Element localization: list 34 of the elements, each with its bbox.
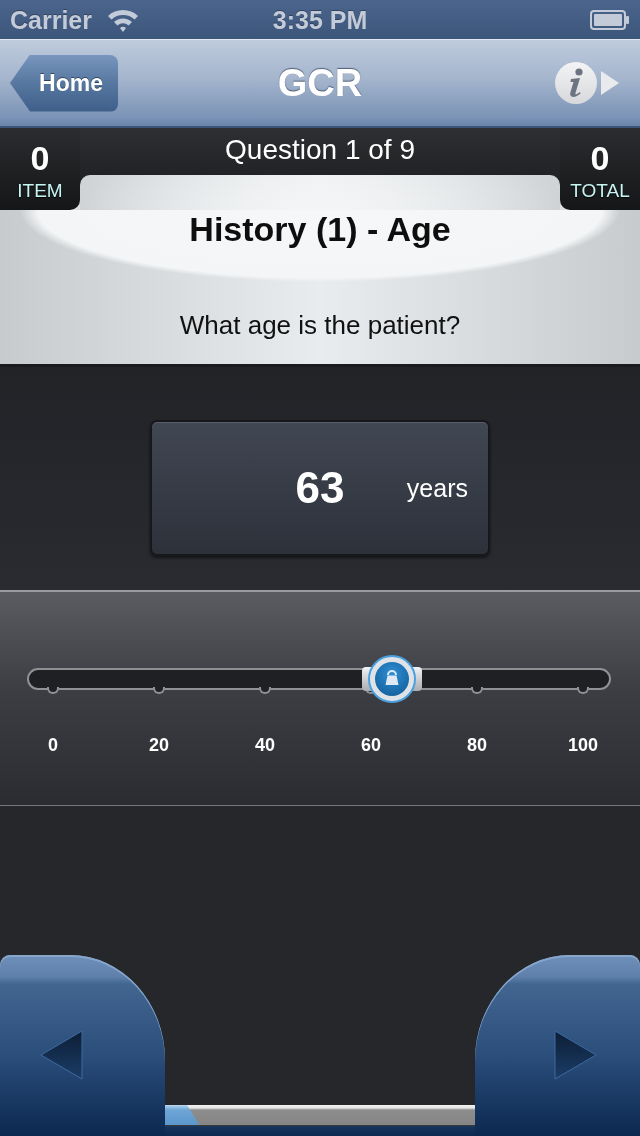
info-button[interactable] xyxy=(554,61,620,105)
tick-label: 60 xyxy=(361,734,381,756)
carrier-label: Carrier xyxy=(10,5,92,34)
question-text: What age is the patient? xyxy=(179,310,461,340)
slider-thumb[interactable] xyxy=(361,654,424,704)
tick-mark xyxy=(153,687,165,694)
tick-mark xyxy=(577,687,589,694)
next-button[interactable] xyxy=(475,955,640,1136)
tick-label: 0 xyxy=(48,734,58,756)
right-triangle-icon xyxy=(554,1030,597,1080)
tick-label: 20 xyxy=(149,734,169,756)
tick-mark xyxy=(471,687,483,694)
tick-label: 80 xyxy=(467,734,487,756)
left-triangle-icon xyxy=(40,1030,83,1080)
tick-label: 40 xyxy=(255,734,275,756)
score-value: 0 xyxy=(590,139,610,177)
weight-icon xyxy=(385,670,399,685)
clock-time: 3:35 PM xyxy=(272,5,368,34)
score-label: ITEM xyxy=(17,180,63,202)
nav-title: GCR xyxy=(277,61,363,105)
tick-mark xyxy=(47,687,59,694)
score-value: 0 xyxy=(30,139,50,177)
tick-mark xyxy=(259,687,271,694)
previous-button[interactable] xyxy=(0,955,165,1136)
info-icon xyxy=(554,61,620,105)
tick-label: 100 xyxy=(567,734,598,756)
unit-label: years xyxy=(406,473,468,503)
battery-icon xyxy=(590,9,630,30)
slider-track[interactable] xyxy=(27,654,611,704)
home-button[interactable]: Home xyxy=(10,54,118,112)
score-label: TOTAL xyxy=(570,180,630,202)
card-title: History (1) - Age xyxy=(189,210,451,248)
question-counter: Question 1 of 9 xyxy=(224,133,416,167)
answer-value: 63 xyxy=(295,463,345,513)
